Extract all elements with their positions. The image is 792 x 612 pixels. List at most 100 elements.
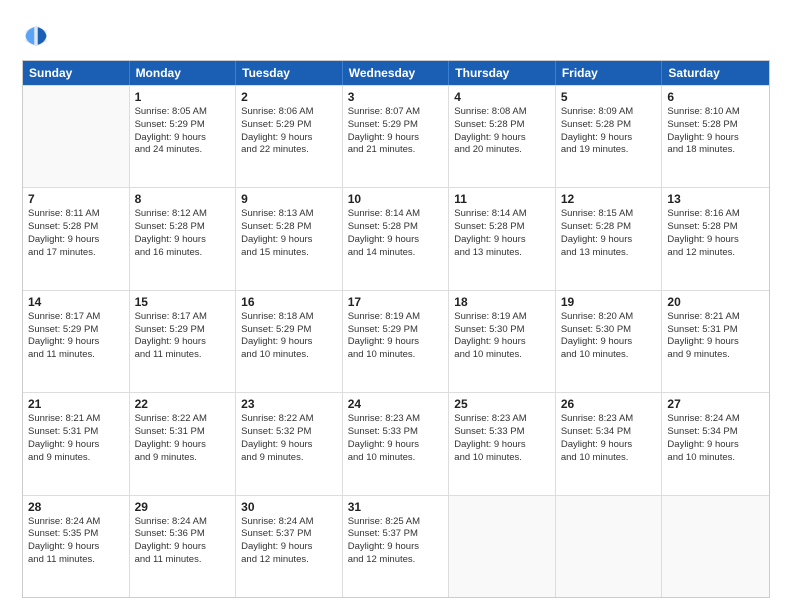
day-info: Sunrise: 8:14 AM Sunset: 5:28 PM Dayligh… <box>454 208 550 259</box>
day-number: 17 <box>348 295 444 309</box>
calendar-cell: 31Sunrise: 8:25 AM Sunset: 5:37 PM Dayli… <box>343 496 450 597</box>
calendar-cell: 13 Sunrise: 8:16 AM Sunset: 5:28 PM Dayli… <box>662 188 769 289</box>
header <box>22 18 770 50</box>
calendar-cell: 27 Sunrise: 8:24 AM Sunset: 5:34 PM Dayli… <box>662 393 769 494</box>
calendar-cell: 1Sunrise: 8:05 AM Sunset: 5:29 PM Daylig… <box>130 86 237 187</box>
day-info: Sunrise: 8:23 AM Sunset: 5:34 PM Dayligh… <box>561 413 657 464</box>
day-info: Sunrise: 8:22 AM Sunset: 5:31 PM Dayligh… <box>135 413 231 464</box>
calendar-row: 21 Sunrise: 8:21 AM Sunset: 5:31 PM Dayli… <box>23 392 769 494</box>
day-number: 12 <box>561 192 657 206</box>
day-number: 3 <box>348 90 444 104</box>
day-info: Sunrise: 8:13 AM Sunset: 5:28 PM Dayligh… <box>241 208 337 259</box>
day-info: Sunrise: 8:24 AM Sunset: 5:36 PM Dayligh… <box>135 516 231 567</box>
day-number: 11 <box>454 192 550 206</box>
day-info: Sunrise: 8:20 AM Sunset: 5:30 PM Dayligh… <box>561 311 657 362</box>
calendar-row: 14 Sunrise: 8:17 AM Sunset: 5:29 PM Dayli… <box>23 290 769 392</box>
day-info: Sunrise: 8:19 AM Sunset: 5:29 PM Dayligh… <box>348 311 444 362</box>
calendar-cell: 20 Sunrise: 8:21 AM Sunset: 5:31 PM Dayli… <box>662 291 769 392</box>
calendar-cell <box>449 496 556 597</box>
day-number: 22 <box>135 397 231 411</box>
calendar-cell: 10Sunrise: 8:14 AM Sunset: 5:28 PM Dayli… <box>343 188 450 289</box>
day-number: 2 <box>241 90 337 104</box>
calendar-cell: 5 Sunrise: 8:09 AM Sunset: 5:28 PM Daylig… <box>556 86 663 187</box>
day-info: Sunrise: 8:23 AM Sunset: 5:33 PM Dayligh… <box>454 413 550 464</box>
day-number: 15 <box>135 295 231 309</box>
day-info: Sunrise: 8:24 AM Sunset: 5:37 PM Dayligh… <box>241 516 337 567</box>
calendar-row: 28 Sunrise: 8:24 AM Sunset: 5:35 PM Dayli… <box>23 495 769 597</box>
day-number: 31 <box>348 500 444 514</box>
calendar-day-header: Wednesday <box>343 61 450 85</box>
day-info: Sunrise: 8:07 AM Sunset: 5:29 PM Dayligh… <box>348 106 444 157</box>
day-number: 5 <box>561 90 657 104</box>
day-info: Sunrise: 8:16 AM Sunset: 5:28 PM Dayligh… <box>667 208 764 259</box>
calendar-cell: 24 Sunrise: 8:23 AM Sunset: 5:33 PM Dayli… <box>343 393 450 494</box>
calendar-cell: 11 Sunrise: 8:14 AM Sunset: 5:28 PM Dayli… <box>449 188 556 289</box>
logo-icon <box>22 22 50 50</box>
day-info: Sunrise: 8:12 AM Sunset: 5:28 PM Dayligh… <box>135 208 231 259</box>
day-number: 28 <box>28 500 124 514</box>
day-info: Sunrise: 8:14 AM Sunset: 5:28 PM Dayligh… <box>348 208 444 259</box>
day-number: 20 <box>667 295 764 309</box>
day-number: 14 <box>28 295 124 309</box>
day-number: 1 <box>135 90 231 104</box>
day-info: Sunrise: 8:21 AM Sunset: 5:31 PM Dayligh… <box>28 413 124 464</box>
day-number: 16 <box>241 295 337 309</box>
calendar-cell: 22 Sunrise: 8:22 AM Sunset: 5:31 PM Dayli… <box>130 393 237 494</box>
day-info: Sunrise: 8:06 AM Sunset: 5:29 PM Dayligh… <box>241 106 337 157</box>
calendar-cell: 30 Sunrise: 8:24 AM Sunset: 5:37 PM Dayli… <box>236 496 343 597</box>
calendar-cell: 3 Sunrise: 8:07 AM Sunset: 5:29 PM Daylig… <box>343 86 450 187</box>
calendar-cell <box>556 496 663 597</box>
calendar-cell: 7 Sunrise: 8:11 AM Sunset: 5:28 PM Daylig… <box>23 188 130 289</box>
day-info: Sunrise: 8:24 AM Sunset: 5:35 PM Dayligh… <box>28 516 124 567</box>
calendar-cell: 23Sunrise: 8:22 AM Sunset: 5:32 PM Dayli… <box>236 393 343 494</box>
day-info: Sunrise: 8:24 AM Sunset: 5:34 PM Dayligh… <box>667 413 764 464</box>
day-number: 19 <box>561 295 657 309</box>
day-number: 21 <box>28 397 124 411</box>
day-info: Sunrise: 8:21 AM Sunset: 5:31 PM Dayligh… <box>667 311 764 362</box>
day-info: Sunrise: 8:15 AM Sunset: 5:28 PM Dayligh… <box>561 208 657 259</box>
calendar-row: 7 Sunrise: 8:11 AM Sunset: 5:28 PM Daylig… <box>23 187 769 289</box>
calendar-cell: 26 Sunrise: 8:23 AM Sunset: 5:34 PM Dayli… <box>556 393 663 494</box>
calendar-cell: 4 Sunrise: 8:08 AM Sunset: 5:28 PM Daylig… <box>449 86 556 187</box>
day-info: Sunrise: 8:17 AM Sunset: 5:29 PM Dayligh… <box>28 311 124 362</box>
day-number: 29 <box>135 500 231 514</box>
calendar-day-header: Friday <box>556 61 663 85</box>
day-number: 26 <box>561 397 657 411</box>
page: SundayMondayTuesdayWednesdayThursdayFrid… <box>0 0 792 612</box>
day-number: 6 <box>667 90 764 104</box>
day-number: 27 <box>667 397 764 411</box>
day-number: 9 <box>241 192 337 206</box>
calendar-cell: 28 Sunrise: 8:24 AM Sunset: 5:35 PM Dayli… <box>23 496 130 597</box>
day-number: 24 <box>348 397 444 411</box>
calendar-body: 1Sunrise: 8:05 AM Sunset: 5:29 PM Daylig… <box>23 85 769 597</box>
calendar-cell: 17 Sunrise: 8:19 AM Sunset: 5:29 PM Dayli… <box>343 291 450 392</box>
day-number: 8 <box>135 192 231 206</box>
day-number: 25 <box>454 397 550 411</box>
calendar-cell: 29 Sunrise: 8:24 AM Sunset: 5:36 PM Dayli… <box>130 496 237 597</box>
calendar-cell: 25 Sunrise: 8:23 AM Sunset: 5:33 PM Dayli… <box>449 393 556 494</box>
day-info: Sunrise: 8:08 AM Sunset: 5:28 PM Dayligh… <box>454 106 550 157</box>
day-info: Sunrise: 8:22 AM Sunset: 5:32 PM Dayligh… <box>241 413 337 464</box>
calendar: SundayMondayTuesdayWednesdayThursdayFrid… <box>22 60 770 598</box>
calendar-cell: 16 Sunrise: 8:18 AM Sunset: 5:29 PM Dayli… <box>236 291 343 392</box>
day-info: Sunrise: 8:09 AM Sunset: 5:28 PM Dayligh… <box>561 106 657 157</box>
day-number: 7 <box>28 192 124 206</box>
calendar-day-header: Monday <box>130 61 237 85</box>
calendar-day-header: Sunday <box>23 61 130 85</box>
calendar-cell: 18Sunrise: 8:19 AM Sunset: 5:30 PM Dayli… <box>449 291 556 392</box>
calendar-cell <box>662 496 769 597</box>
calendar-header: SundayMondayTuesdayWednesdayThursdayFrid… <box>23 61 769 85</box>
day-info: Sunrise: 8:11 AM Sunset: 5:28 PM Dayligh… <box>28 208 124 259</box>
day-number: 4 <box>454 90 550 104</box>
day-number: 13 <box>667 192 764 206</box>
day-number: 30 <box>241 500 337 514</box>
calendar-day-header: Saturday <box>662 61 769 85</box>
calendar-cell: 12 Sunrise: 8:15 AM Sunset: 5:28 PM Dayli… <box>556 188 663 289</box>
day-info: Sunrise: 8:10 AM Sunset: 5:28 PM Dayligh… <box>667 106 764 157</box>
day-number: 18 <box>454 295 550 309</box>
calendar-day-header: Tuesday <box>236 61 343 85</box>
day-info: Sunrise: 8:23 AM Sunset: 5:33 PM Dayligh… <box>348 413 444 464</box>
day-info: Sunrise: 8:18 AM Sunset: 5:29 PM Dayligh… <box>241 311 337 362</box>
calendar-day-header: Thursday <box>449 61 556 85</box>
calendar-cell: 21 Sunrise: 8:21 AM Sunset: 5:31 PM Dayli… <box>23 393 130 494</box>
